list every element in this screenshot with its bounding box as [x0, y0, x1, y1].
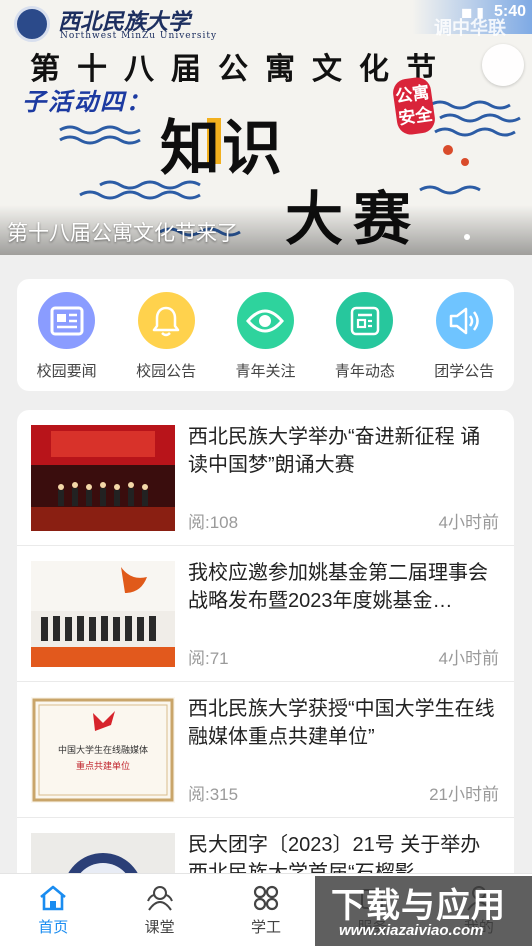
status-icons: ◼ ▮ [460, 4, 484, 20]
certificate-line-2: 重点共建单位 [75, 762, 130, 772]
news-time: 21小时前 [429, 785, 499, 804]
speaker-icon [435, 292, 493, 349]
news-read-count: 阅:108 [188, 513, 239, 532]
news-title: 西北民族大学获授“中国大学生在线融媒体重点共建单位” [188, 698, 495, 748]
news-thumbnail [31, 561, 175, 667]
news-layout-icon [336, 292, 394, 349]
quick-nav-league-notice[interactable]: 团学公告 [419, 292, 509, 391]
news-time: 4小时前 [438, 649, 499, 668]
banner-big-text-1: 知识 [160, 114, 284, 184]
tab-label: 学工 [251, 919, 282, 936]
university-english-name: Northwest MinZu University [60, 31, 218, 41]
quick-nav-label: 青年关注 [235, 363, 296, 380]
quick-nav-campus-notice[interactable]: 校园公告 [121, 292, 211, 391]
news-read-count: 阅:71 [188, 649, 229, 668]
quick-nav-card: 校园要闻 校园公告 青年关注 青年动态 团学公告 [17, 279, 514, 391]
tab-home[interactable]: 首页 [0, 874, 106, 946]
news-thumbnail: 中国大学生在线融媒体 重点共建单位 [31, 697, 175, 803]
news-title: 我校应邀参加姚基金第二届理事会战略发布暨2023年度姚基金… [188, 562, 488, 612]
certificate-line-1: 中国大学生在线融媒体 [57, 746, 148, 756]
carousel-indicator[interactable] [464, 234, 470, 240]
bell-icon [137, 292, 195, 349]
watermark-sub: www.xiazaiviao.com [339, 922, 484, 939]
apps-icon [253, 885, 279, 911]
quick-nav-label: 校园公告 [136, 363, 197, 380]
tab-label: 首页 [38, 919, 69, 936]
status-time: 5:40 [493, 3, 526, 20]
watermark: 下载与应用 www.xiazaiviao.com [315, 876, 532, 946]
banner-carousel[interactable]: 西北民族大学 Northwest MinZu University 第十八届公寓… [0, 0, 532, 255]
quick-nav-youth-focus[interactable]: 青年关注 [220, 292, 310, 391]
eye-icon [236, 292, 294, 349]
quick-nav-label: 校园要闻 [36, 363, 97, 380]
tab-classroom[interactable]: 课堂 [106, 874, 212, 946]
tab-student-affairs[interactable]: 学工 [213, 874, 319, 946]
news-thumbnail [31, 425, 175, 531]
home-icon [40, 885, 67, 911]
newspaper-icon [38, 292, 96, 349]
quick-nav-label: 团学公告 [434, 363, 495, 380]
floating-button[interactable] [482, 44, 524, 86]
news-title: 西北民族大学举办“奋进新征程 诵读中国梦”朗诵大赛 [188, 426, 481, 476]
news-item[interactable]: 我校应邀参加姚基金第二届理事会战略发布暨2023年度姚基金… 阅:71 4小时前 [17, 546, 514, 682]
university-logo [14, 6, 50, 42]
people-icon [146, 886, 173, 911]
banner-sub-event: 子活动四： [22, 88, 152, 116]
news-time: 4小时前 [438, 513, 499, 532]
news-read-count: 阅:315 [188, 785, 239, 804]
banner-caption: 第十八届公寓文化节来了 [7, 222, 238, 245]
news-item[interactable]: 西北民族大学举办“奋进新征程 诵读中国梦”朗诵大赛 阅:108 4小时前 [17, 410, 514, 546]
watermark-main: 下载与应用 [331, 886, 506, 926]
news-item[interactable]: 中国大学生在线融媒体 重点共建单位 西北民族大学获授“中国大学生在线融媒体重点共… [17, 682, 514, 818]
quick-nav-youth-news[interactable]: 青年动态 [320, 292, 410, 391]
news-list: 西北民族大学举办“奋进新征程 诵读中国梦”朗诵大赛 阅:108 4小时前 我校应… [17, 410, 514, 890]
quick-nav-campus-news[interactable]: 校园要闻 [22, 292, 112, 391]
tab-label: 课堂 [144, 919, 175, 936]
quick-nav-label: 青年动态 [334, 363, 395, 380]
